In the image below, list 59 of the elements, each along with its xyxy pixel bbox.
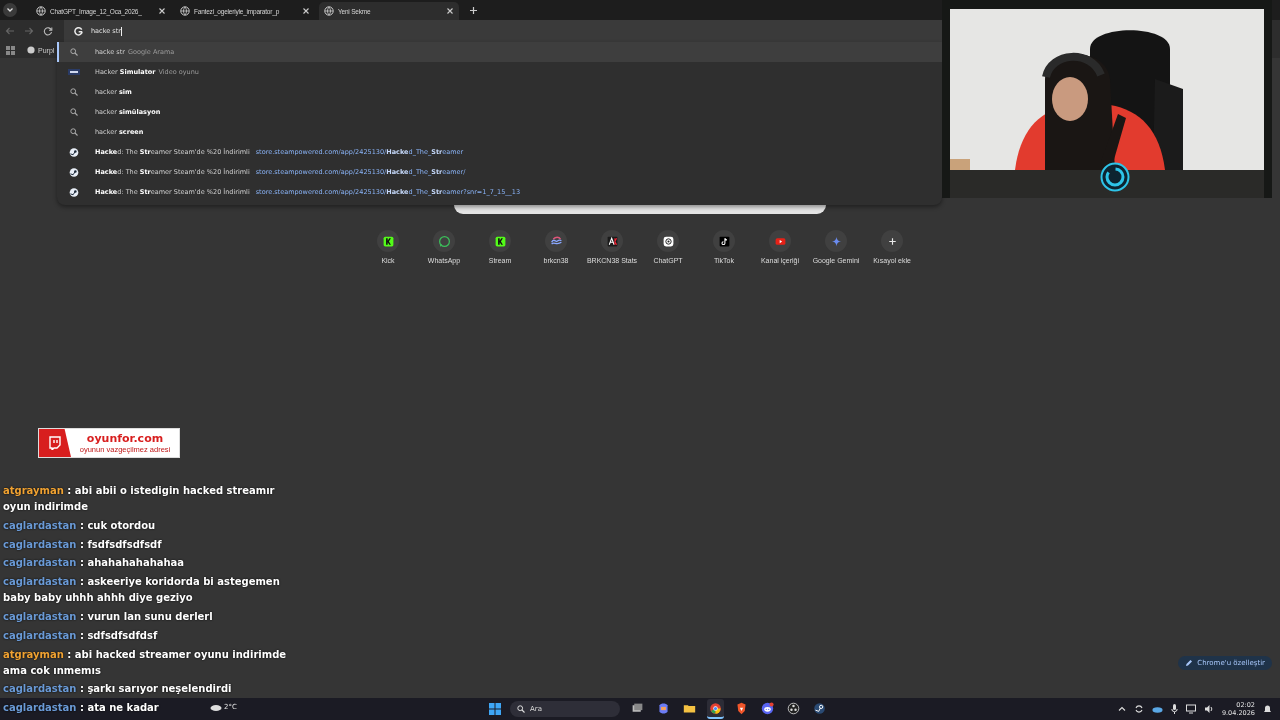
close-icon[interactable] — [302, 7, 310, 15]
reload-icon[interactable] — [43, 26, 53, 36]
chat-message: caglardastan : cuk otordou — [3, 518, 156, 533]
google-icon — [74, 26, 83, 36]
microphone-icon[interactable] — [1170, 704, 1178, 714]
search-icon — [68, 88, 80, 96]
bell-icon[interactable] — [1263, 704, 1272, 714]
sponsor-name: oyunfor.com — [86, 432, 164, 445]
chrome-icon — [709, 701, 722, 715]
chat-message: caglardastan : ahahahahahahaa — [3, 556, 185, 571]
search-icon — [517, 705, 525, 713]
steam-icon — [813, 701, 826, 715]
chevron-up-icon[interactable] — [1117, 705, 1126, 713]
phone-bubble-icon — [437, 234, 451, 248]
record-icon — [787, 701, 800, 715]
speaker-icon[interactable] — [1203, 704, 1214, 714]
window-icon — [631, 701, 644, 715]
chat-message: caglardastan : sdfsdfsdfdsf — [3, 628, 158, 643]
sparkle-icon — [829, 234, 843, 248]
chat-bubble-icon — [48, 436, 62, 450]
start-icon[interactable] — [489, 703, 501, 715]
globe-icon — [36, 6, 46, 16]
chat-message: caglardastan : askeeriye koridorda bi astegemen baby baby uhhh ahhh diye geziyo — [3, 575, 281, 606]
close-icon[interactable] — [446, 7, 454, 15]
stats-icon — [605, 234, 619, 248]
chat-message: caglardastan : şarkı sarıyor neşelendirdi — [3, 682, 232, 697]
pencil-icon — [1185, 659, 1194, 667]
apps-icon[interactable] — [6, 45, 15, 55]
steam-icon — [68, 187, 80, 197]
lion-shield-icon — [735, 701, 748, 715]
chat-message: caglardastan : fsdfsdfsdfsdf — [3, 537, 162, 552]
network-icon[interactable] — [1185, 704, 1196, 714]
logo-icon — [1100, 162, 1130, 192]
taskbar-app[interactable] — [707, 699, 724, 719]
search-icon — [68, 108, 80, 116]
caret-icon[interactable] — [3, 3, 17, 17]
search-icon — [68, 48, 80, 56]
cloud-icon — [210, 703, 222, 711]
globe-icon — [27, 46, 35, 54]
knot-icon — [661, 234, 675, 248]
globe-icon — [180, 6, 190, 16]
plus-icon[interactable] — [469, 5, 478, 15]
copilot-icon — [657, 701, 670, 715]
cloud-icon[interactable] — [1151, 705, 1163, 713]
kick-icon — [381, 234, 395, 248]
chat-message: atgrayman : abi abii o istedigin hacked streamır oyun indirimde — [3, 484, 276, 514]
steam-icon — [68, 167, 80, 177]
search-icon — [68, 128, 80, 136]
discord-icon — [761, 701, 774, 715]
chat-message: caglardastan : ata ne kadar — [3, 701, 159, 716]
sync-icon[interactable] — [1133, 704, 1144, 714]
steam-icon — [68, 147, 80, 157]
game-thumbnail-icon — [68, 68, 80, 76]
chat-message: caglardastan : vurun lan sunu derlerl — [3, 610, 213, 624]
chat-message: atgrayman : abi hacked streamer oyunu indirimde ama cok ınmemıs — [3, 647, 288, 678]
close-icon[interactable] — [158, 7, 166, 15]
globe-icon — [324, 6, 334, 16]
kick-icon — [493, 234, 507, 248]
music-note-icon — [717, 234, 731, 248]
